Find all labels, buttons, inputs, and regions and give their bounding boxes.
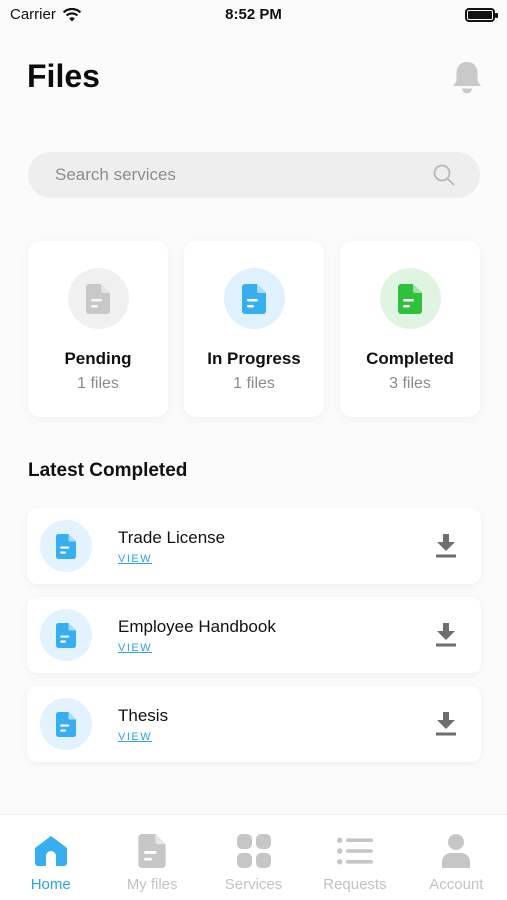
list-item[interactable]: Thesis VIEW	[27, 686, 481, 762]
in-progress-card[interactable]: In Progress 1 files	[184, 241, 324, 417]
tab-my-files[interactable]: My files	[101, 815, 202, 900]
tab-home[interactable]: Home	[0, 815, 101, 900]
document-icon-circle	[40, 609, 92, 661]
file-name: Thesis	[118, 706, 169, 725]
search-input[interactable]	[55, 165, 432, 185]
grid-icon	[236, 833, 272, 869]
page-title: Files	[27, 58, 100, 94]
document-icon-circle	[40, 698, 92, 750]
download-icon[interactable]	[435, 534, 457, 558]
pending-icon-circle	[67, 268, 129, 329]
file-name: Trade License	[118, 528, 226, 547]
in-progress-icon-circle	[223, 268, 285, 329]
search-bar	[28, 152, 480, 198]
summary-cards: Pending 1 files In Progress 1 files Comp…	[28, 241, 480, 417]
status-bar: Carrier 8:52 PM	[0, 0, 507, 30]
tab-bar: Home My files Services Requests Account	[0, 814, 507, 900]
document-icon	[398, 283, 422, 314]
document-icon	[86, 283, 110, 314]
tab-label: Requests	[323, 876, 387, 893]
tab-services[interactable]: Services	[203, 815, 304, 900]
search-icon[interactable]	[432, 163, 456, 187]
document-icon	[242, 283, 266, 314]
list-item[interactable]: Employee Handbook VIEW	[27, 597, 481, 673]
completed-card[interactable]: Completed 3 files	[340, 241, 480, 417]
view-link[interactable]: VIEW	[118, 642, 152, 654]
tab-account[interactable]: Account	[406, 815, 507, 900]
completed-count: 3 files	[389, 375, 431, 392]
completed-icon-circle	[379, 268, 441, 329]
document-icon-circle	[40, 520, 92, 572]
tab-label: Account	[429, 876, 484, 893]
pending-count: 1 files	[77, 375, 119, 392]
tab-label: My files	[126, 876, 178, 893]
in-progress-label: In Progress	[207, 349, 301, 368]
download-icon[interactable]	[435, 712, 457, 736]
download-icon[interactable]	[435, 623, 457, 647]
document-icon	[56, 711, 76, 737]
pending-card[interactable]: Pending 1 files	[28, 241, 168, 417]
tab-requests[interactable]: Requests	[304, 815, 405, 900]
battery-icon	[465, 8, 498, 22]
person-icon	[438, 833, 474, 869]
document-icon	[56, 533, 76, 559]
view-link[interactable]: VIEW	[118, 553, 152, 565]
clock: 8:52 PM	[225, 6, 282, 23]
in-progress-count: 1 files	[233, 375, 275, 392]
view-link[interactable]: VIEW	[118, 731, 152, 743]
tab-label: Services	[224, 876, 283, 893]
home-icon	[33, 833, 69, 869]
document-icon	[56, 622, 76, 648]
file-name: Employee Handbook	[118, 617, 276, 636]
pending-label: Pending	[64, 349, 132, 368]
list-item[interactable]: Trade License VIEW	[27, 508, 481, 584]
tab-label: Home	[30, 876, 71, 893]
list-icon	[336, 833, 373, 869]
bell-icon[interactable]	[450, 60, 484, 96]
latest-completed-title: Latest Completed	[28, 460, 188, 481]
latest-completed-list: Trade License VIEW Employee Handbook VIE…	[27, 508, 481, 775]
completed-label: Completed	[366, 349, 454, 368]
file-icon	[134, 833, 170, 869]
